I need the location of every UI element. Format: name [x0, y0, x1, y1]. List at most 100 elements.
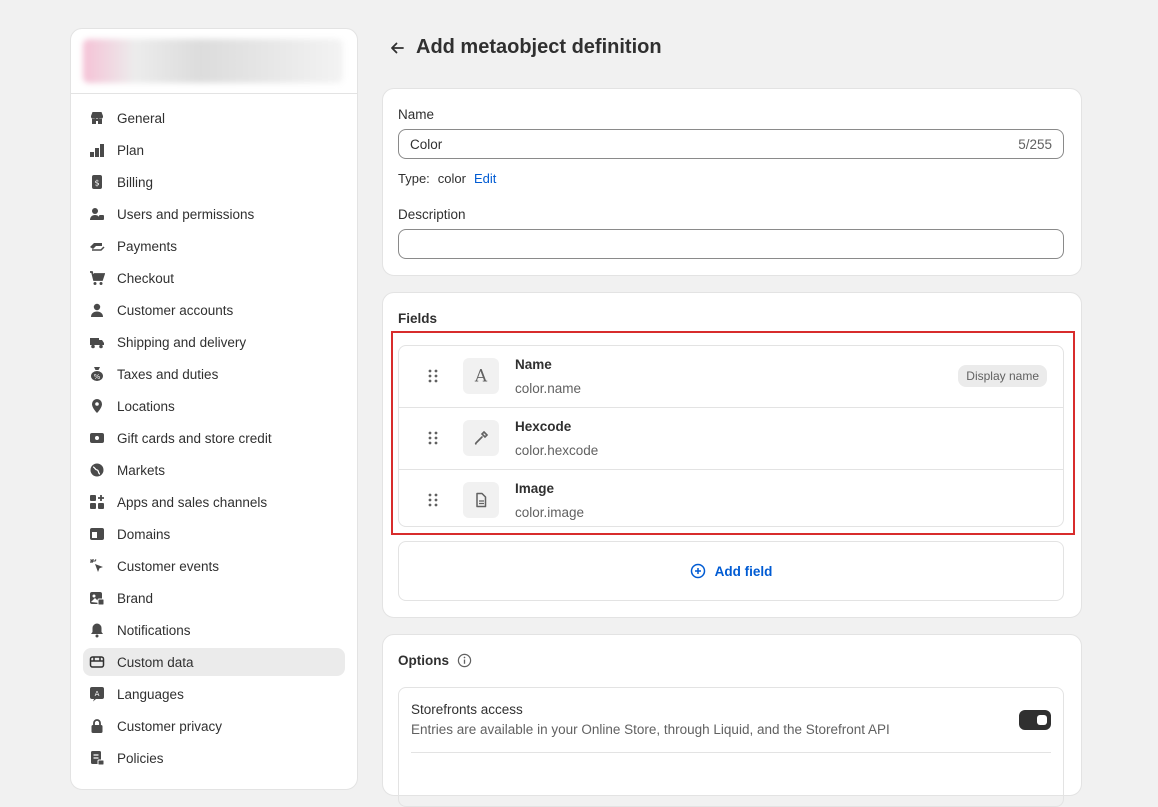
sidebar-item-domains[interactable]: Domains — [83, 520, 345, 548]
sidebar-item-general[interactable]: General — [83, 104, 345, 132]
definition-card: Name Color 5/255 Type: color Edit Descri… — [382, 88, 1082, 276]
field-key: color.hexcode — [515, 443, 599, 458]
svg-text:A: A — [474, 367, 488, 385]
sidebar-item-label: Locations — [117, 398, 175, 414]
svg-text:$: $ — [94, 179, 99, 188]
apps-icon — [89, 494, 105, 510]
drag-handle-icon[interactable] — [427, 430, 439, 446]
person-icon — [89, 302, 105, 318]
cart-icon — [89, 270, 105, 286]
sidebar-item-label: Domains — [117, 526, 171, 542]
storefront-access-title: Storefronts access — [411, 702, 523, 717]
bell-icon — [89, 622, 105, 638]
plus-circle-icon — [690, 563, 705, 579]
svg-text:A: A — [95, 690, 100, 698]
settings-nav: General Plan $ Billing Users and permiss… — [83, 104, 345, 776]
drag-handle-icon[interactable] — [427, 492, 439, 508]
sidebar-item-label: Customer events — [117, 558, 220, 574]
sidebar-item-brand[interactable]: Brand — [83, 584, 345, 612]
sidebar-item-label: Notifications — [117, 622, 191, 638]
globe-icon — [89, 462, 105, 478]
sidebar-item-label: Customer accounts — [117, 302, 234, 318]
type-row: Type: color Edit — [398, 171, 496, 186]
payments-icon — [89, 238, 105, 254]
display-name-badge: Display name — [958, 365, 1047, 387]
sidebar-item-markets[interactable]: Markets — [83, 456, 345, 484]
eyedropper-icon — [463, 420, 499, 456]
sidebar-item-label: Gift cards and store credit — [117, 430, 272, 446]
sidebar-item-label: Custom data — [117, 654, 194, 670]
sidebar-item-customer-privacy[interactable]: Customer privacy — [83, 712, 345, 740]
description-label: Description — [398, 207, 466, 222]
page-title: Add metaobject definition — [416, 36, 662, 58]
drag-handle-icon[interactable] — [427, 368, 439, 384]
fields-card: Fields A Name color.name Display name He… — [382, 292, 1082, 618]
sidebar-item-users[interactable]: Users and permissions — [83, 200, 345, 228]
store-switcher[interactable] — [71, 29, 357, 94]
file-icon — [463, 482, 499, 518]
domains-icon — [89, 526, 105, 542]
sidebar-item-label: Markets — [117, 462, 166, 478]
field-key: color.name — [515, 381, 582, 396]
sidebar-item-label: Shipping and delivery — [117, 334, 247, 350]
field-name: Image — [515, 481, 555, 496]
options-card: Options Storefronts access Entries are a… — [382, 634, 1082, 807]
field-row-hexcode[interactable]: Hexcode color.hexcode — [399, 408, 1063, 470]
add-field-button[interactable]: Add field — [398, 541, 1064, 601]
name-input[interactable]: Color 5/255 — [398, 129, 1064, 159]
sidebar-item-label: Taxes and duties — [117, 366, 219, 382]
cursor-click-icon — [89, 558, 105, 574]
sidebar-item-locations[interactable]: Locations — [83, 392, 345, 420]
store-icon — [89, 110, 105, 126]
sidebar-item-gift-cards[interactable]: Gift cards and store credit — [83, 424, 345, 452]
settings-sidebar: General Plan $ Billing Users and permiss… — [70, 28, 358, 790]
field-row-image[interactable]: Image color.image — [399, 470, 1063, 526]
options-header: Options — [398, 653, 472, 668]
sidebar-item-policies[interactable]: Policies — [83, 744, 345, 772]
type-value: color — [437, 171, 466, 186]
field-name: Name — [515, 357, 552, 372]
storefront-access-description: Entries are available in your Online Sto… — [411, 722, 890, 737]
sidebar-item-apps[interactable]: Apps and sales channels — [83, 488, 345, 516]
tax-icon: % — [89, 366, 105, 382]
edit-type-link[interactable]: Edit — [474, 171, 496, 186]
sidebar-item-label: Policies — [117, 750, 164, 766]
sidebar-item-custom-data[interactable]: Custom data — [83, 648, 345, 676]
sidebar-item-notifications[interactable]: Notifications — [83, 616, 345, 644]
sidebar-item-label: Plan — [117, 142, 145, 158]
custom-data-icon — [89, 654, 105, 670]
options-title: Options — [398, 653, 449, 668]
sidebar-item-checkout[interactable]: Checkout — [83, 264, 345, 292]
svg-text:%: % — [94, 373, 101, 381]
type-label: Type: — [398, 171, 430, 186]
storefront-access-box: Storefronts access Entries are available… — [398, 687, 1064, 807]
sidebar-item-customer-accounts[interactable]: Customer accounts — [83, 296, 345, 324]
field-row-name[interactable]: A Name color.name Display name — [399, 346, 1063, 408]
fields-list: A Name color.name Display name Hexcode c… — [398, 345, 1064, 527]
sidebar-item-payments[interactable]: Payments — [83, 232, 345, 260]
sidebar-item-label: Brand — [117, 590, 154, 606]
divider — [411, 752, 1051, 753]
sidebar-item-taxes[interactable]: % Taxes and duties — [83, 360, 345, 388]
sidebar-item-plan[interactable]: Plan — [83, 136, 345, 164]
sidebar-item-billing[interactable]: $ Billing — [83, 168, 345, 196]
storefront-access-toggle[interactable] — [1019, 710, 1051, 730]
sidebar-item-customer-events[interactable]: Customer events — [83, 552, 345, 580]
name-input-value: Color — [410, 136, 443, 152]
sidebar-item-label: Apps and sales channels — [117, 494, 268, 510]
sidebar-item-shipping[interactable]: Shipping and delivery — [83, 328, 345, 356]
sidebar-item-languages[interactable]: A Languages — [83, 680, 345, 708]
field-key: color.image — [515, 505, 585, 520]
fields-title: Fields — [398, 311, 438, 326]
plan-icon — [89, 142, 105, 158]
text-icon: A — [463, 358, 499, 394]
sidebar-item-label: Payments — [117, 238, 178, 254]
brand-icon — [89, 590, 105, 606]
description-input[interactable] — [398, 229, 1064, 259]
sidebar-item-label: Checkout — [117, 270, 175, 286]
store-name-redacted — [83, 39, 343, 83]
policies-icon — [89, 750, 105, 766]
back-arrow-icon[interactable] — [388, 39, 406, 57]
character-counter: 5/255 — [1018, 136, 1052, 152]
info-icon[interactable] — [457, 653, 472, 668]
